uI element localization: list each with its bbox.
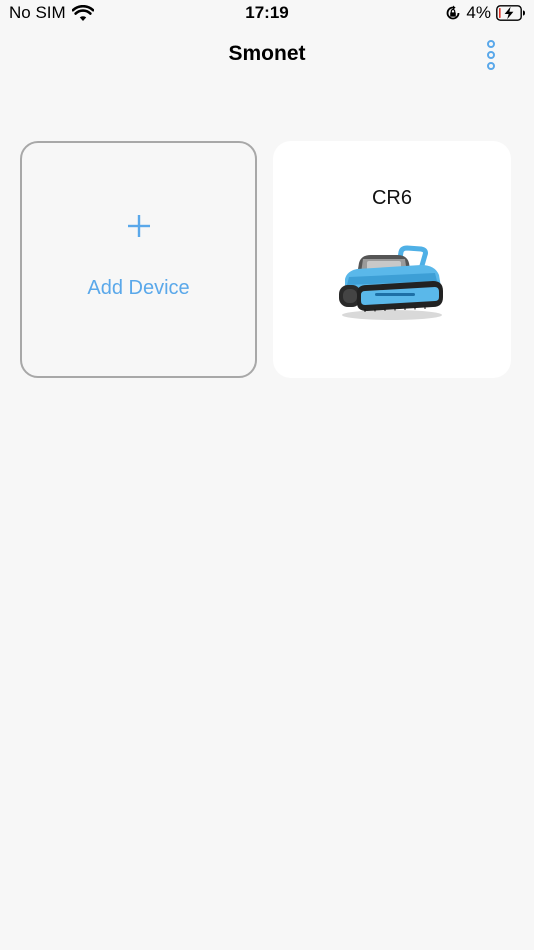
pool-robot-image: [339, 245, 443, 320]
add-device-card[interactable]: Add Device: [20, 141, 257, 378]
status-right: 4%: [445, 3, 526, 23]
nav-bar: Smonet: [0, 30, 534, 78]
device-name: CR6: [371, 187, 412, 209]
more-options-button[interactable]: [478, 38, 504, 72]
page-title: Smonet: [228, 42, 306, 65]
add-device-label: Add Device: [87, 277, 190, 299]
plus-icon: [22, 215, 255, 245]
status-bar: No SIM 17:19 4%: [0, 0, 534, 28]
battery-charging-icon: [496, 5, 525, 21]
orientation-lock-icon: [447, 5, 460, 20]
vertical-ellipsis-icon: [487, 40, 495, 70]
device-card-cr6[interactable]: CR6: [273, 141, 511, 378]
battery-percent: 4%: [466, 3, 491, 22]
